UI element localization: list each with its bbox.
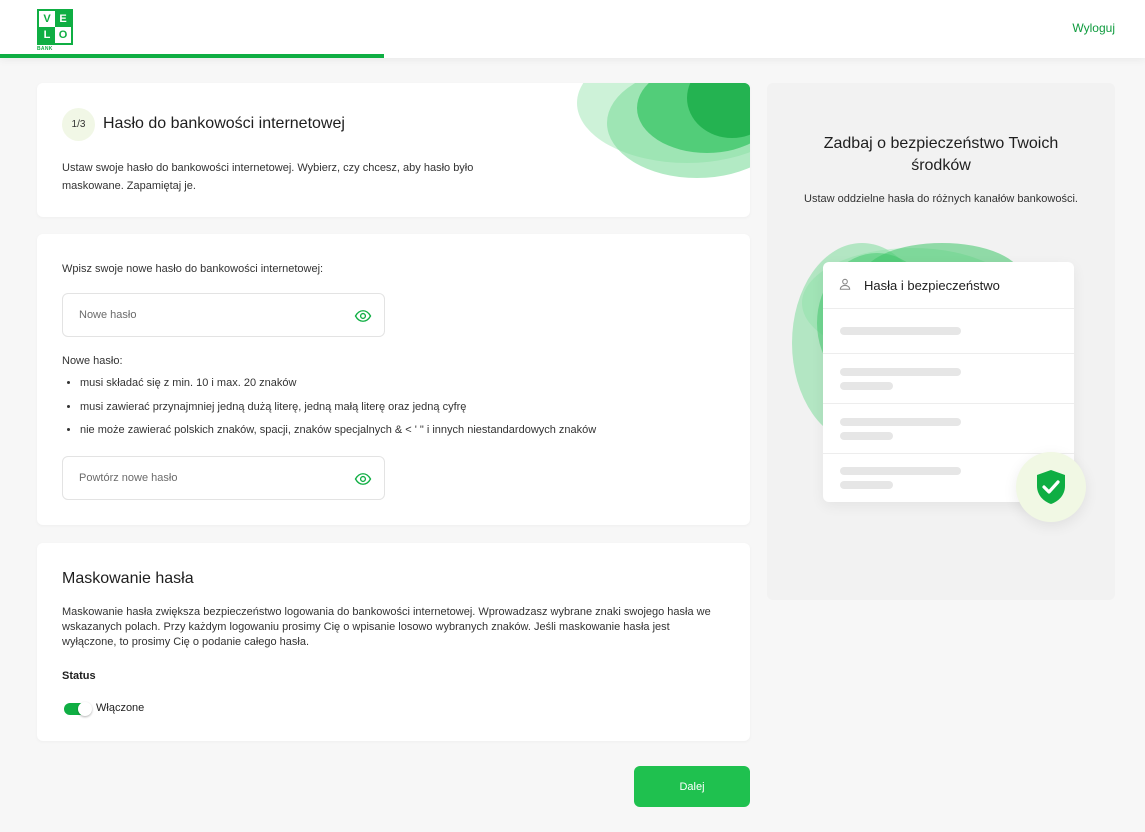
step-intro-card: 1/3 Hasło do bankowości internetowej Ust… [37, 83, 750, 217]
masking-toggle[interactable] [64, 702, 92, 716]
repeat-password-input[interactable] [79, 457, 339, 499]
logo-subtitle: BANK [37, 46, 53, 52]
status-label: Status [62, 670, 96, 682]
step-counter: 1/3 [62, 108, 95, 141]
mock-header: Hasła i bezpieczeństwo [823, 262, 1074, 309]
top-header: V E L O BANK Wyloguj [0, 0, 1145, 58]
placeholder-bar [840, 418, 961, 426]
placeholder-bar [840, 382, 893, 390]
new-password-input[interactable] [79, 294, 339, 336]
repeat-password-field[interactable] [62, 456, 385, 500]
logo-letter: L [39, 27, 55, 43]
mock-title: Hasła i bezpieczeństwo [864, 278, 1000, 293]
mock-row [823, 309, 1074, 354]
step-progress-bar [0, 54, 384, 58]
password-prompt: Wpisz swoje nowe hasło do bankowości int… [62, 263, 324, 275]
password-requirements-list: musi składać się z min. 10 i max. 20 zna… [62, 376, 712, 447]
logo-letter: E [55, 11, 71, 27]
next-button[interactable]: Dalej [634, 766, 750, 807]
mock-row [823, 404, 1074, 454]
masking-title: Maskowanie hasła [62, 570, 194, 587]
requirement-item: musi zawierać przynajmniej jedną dużą li… [62, 400, 712, 424]
requirement-item: nie może zawierać polskich znaków, spacj… [62, 423, 712, 447]
placeholder-bar [840, 432, 893, 440]
password-form-card: Wpisz swoje nowe hasło do bankowości int… [37, 234, 750, 525]
masking-description: Maskowanie hasła zwiększa bezpieczeństwo… [62, 606, 711, 648]
decorative-green-blob [577, 83, 750, 178]
new-password-field[interactable] [62, 293, 385, 337]
logo-letter: V [39, 11, 55, 27]
toggle-knob [78, 702, 92, 716]
masking-toggle-label: Włączone [96, 702, 145, 714]
eye-icon[interactable] [354, 307, 372, 325]
page-title: Hasło do bankowości internetowej [103, 115, 345, 132]
placeholder-bar [840, 368, 961, 376]
placeholder-bar [840, 327, 961, 335]
eye-icon[interactable] [354, 470, 372, 488]
shield-check-icon [1037, 470, 1065, 504]
velo-bank-logo[interactable]: V E L O BANK [37, 9, 73, 52]
shield-badge [1016, 452, 1086, 522]
logo-letter: O [55, 27, 71, 43]
placeholder-bar [840, 481, 893, 489]
logo-grid: V E L O [37, 9, 73, 45]
side-panel-title: Zadbaj o bezpieczeństwo Twoich środków [823, 135, 1059, 174]
placeholder-bar [840, 467, 961, 475]
requirements-title: Nowe hasło: [62, 355, 123, 367]
security-info-panel: Zadbaj o bezpieczeństwo Twoich środków U… [767, 83, 1115, 600]
step-description: Ustaw swoje hasło do bankowości internet… [62, 162, 474, 192]
mock-row [823, 354, 1074, 404]
user-icon [839, 278, 851, 290]
password-masking-card: Maskowanie hasła Maskowanie hasła zwięks… [37, 543, 750, 741]
side-panel-description: Ustaw oddzielne hasła do różnych kanałów… [804, 193, 1078, 205]
logout-link[interactable]: Wyloguj [1072, 21, 1115, 35]
requirement-item: musi składać się z min. 10 i max. 20 zna… [62, 376, 712, 400]
